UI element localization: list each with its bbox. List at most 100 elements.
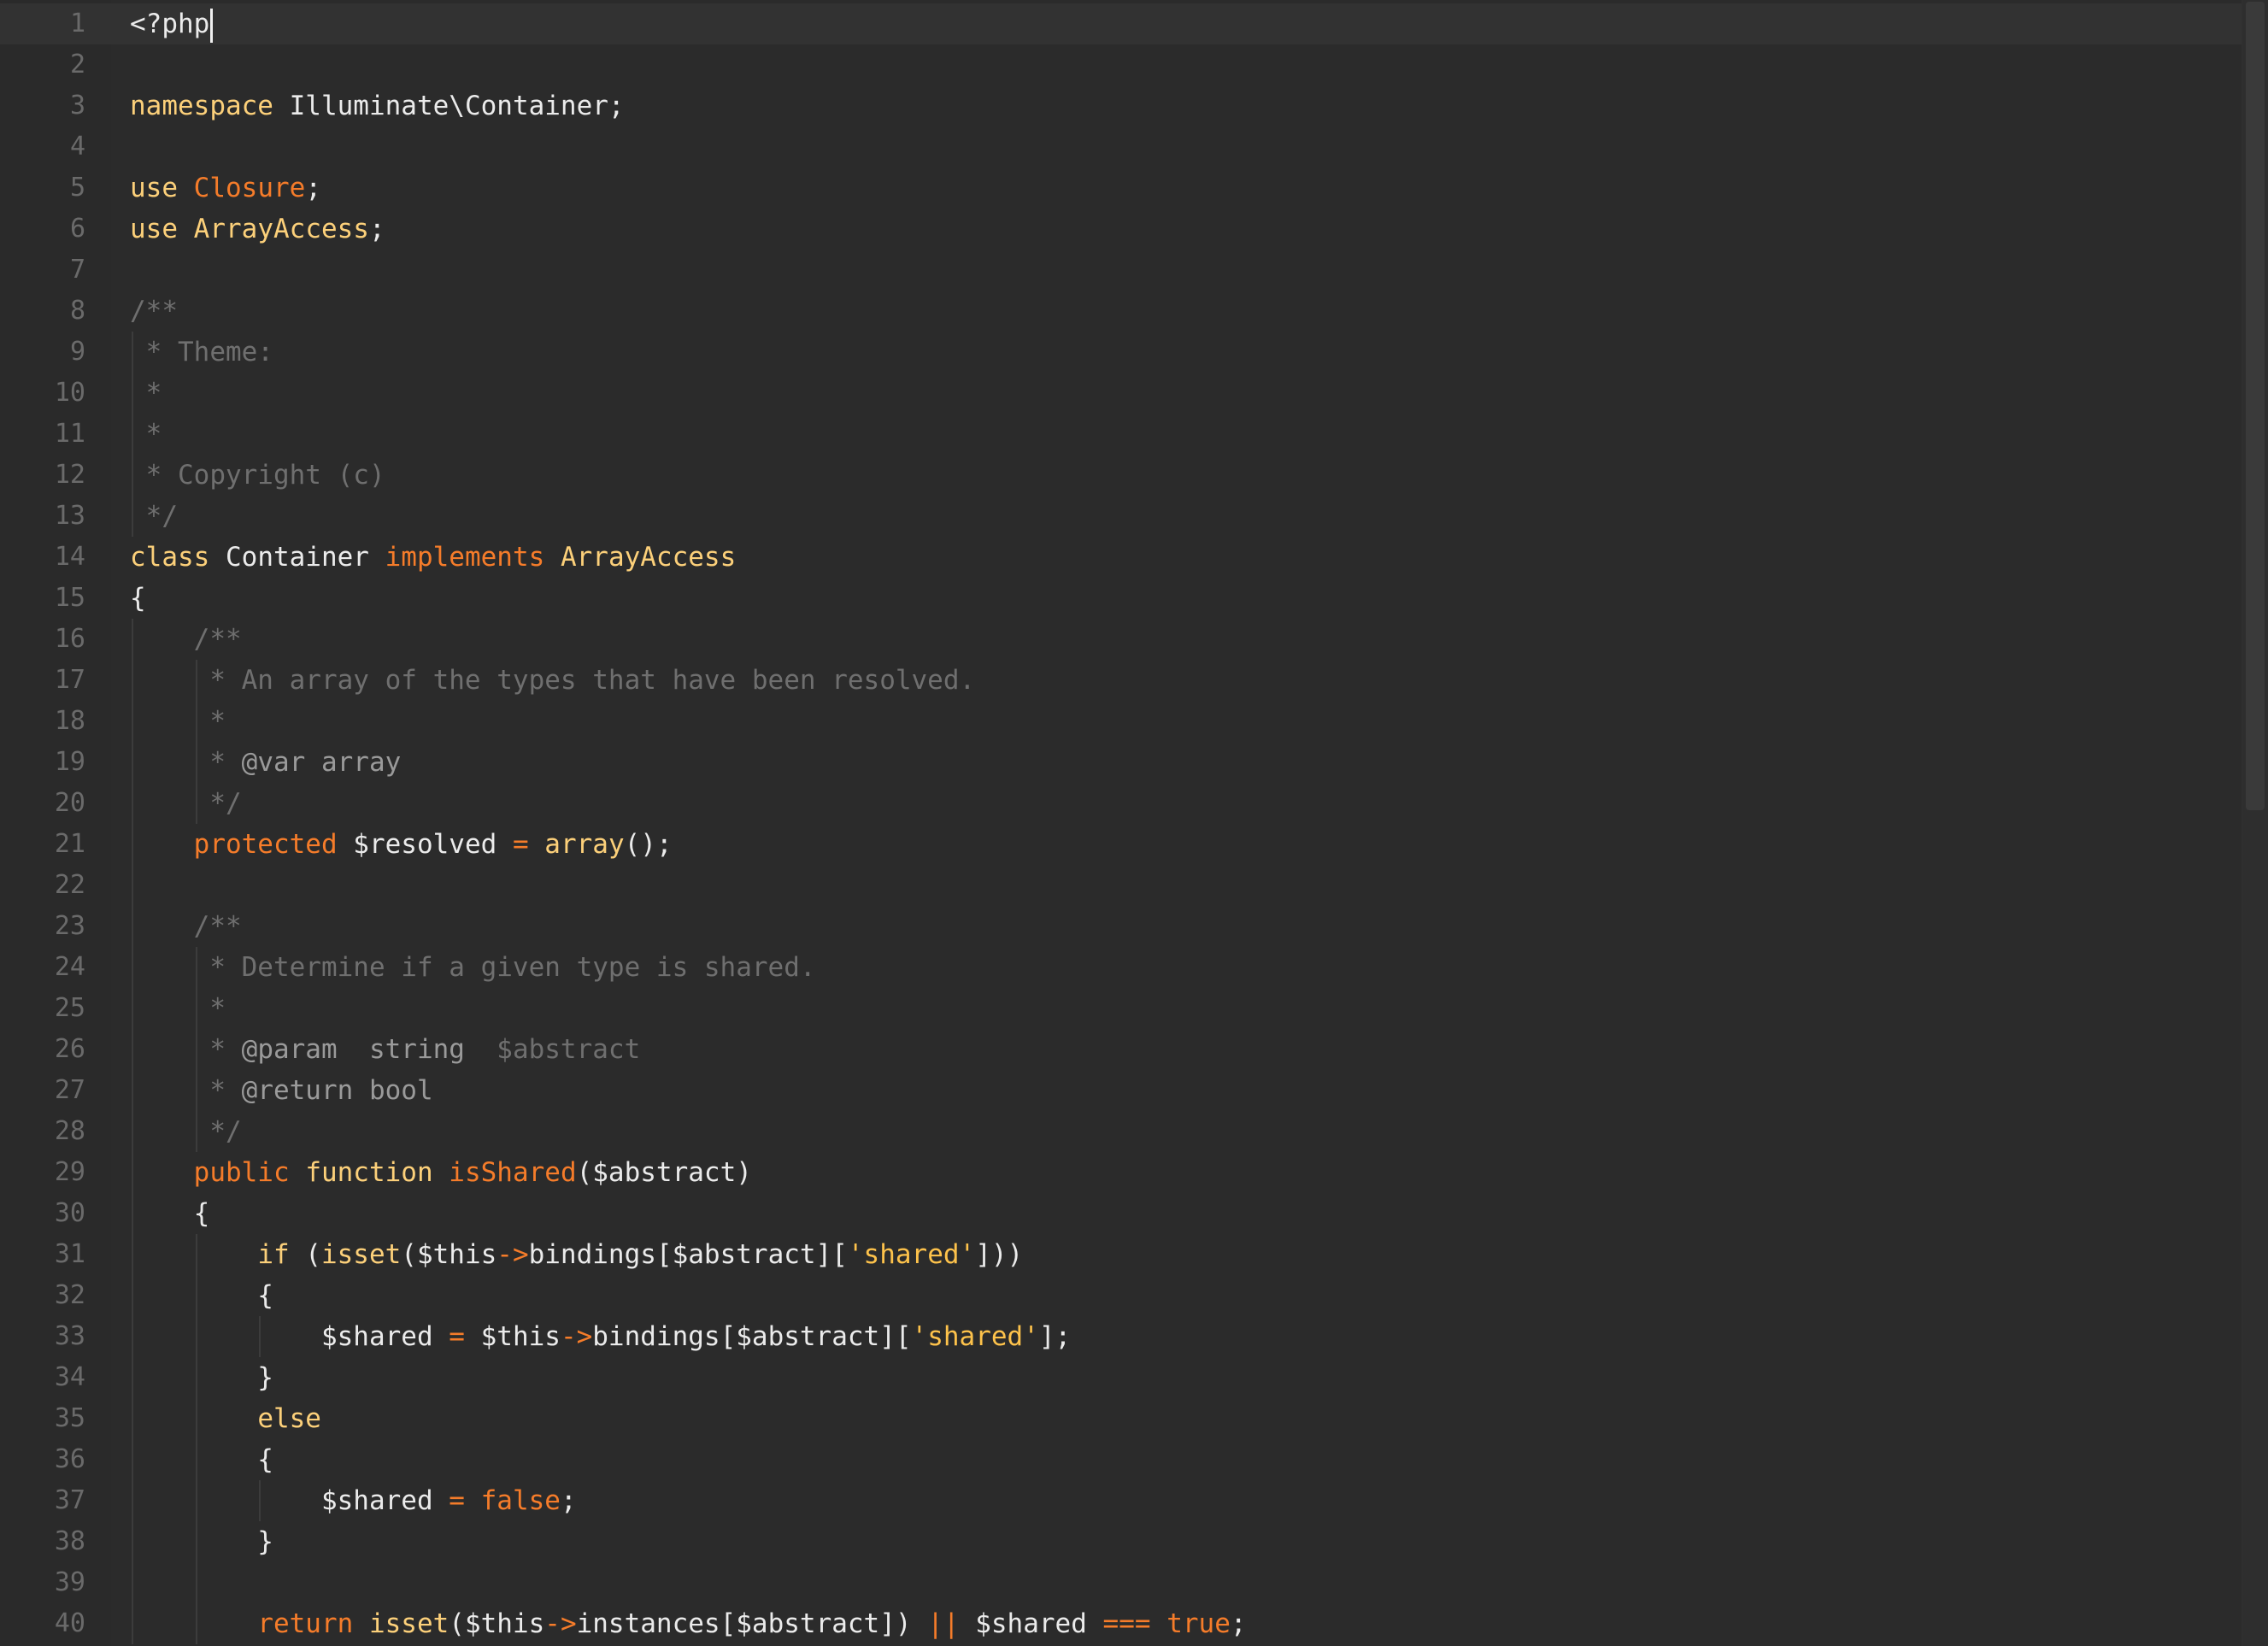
code-line[interactable]: 3 namespace Illuminate\Container; bbox=[0, 85, 2242, 126]
code-line[interactable]: 4 bbox=[0, 126, 2242, 168]
line-number: 38 bbox=[54, 1526, 85, 1556]
line-number: 13 bbox=[54, 501, 85, 531]
line-text: $shared = $this->bindings[$abstract]['sh… bbox=[130, 1316, 1071, 1357]
code-area[interactable]: 1 <?php 2 3 namespace Illuminate\Container; 4… bbox=[0, 0, 2242, 1646]
code-line[interactable]: 20 */ bbox=[0, 783, 2242, 824]
scrollbar-thumb[interactable] bbox=[2246, 2, 2265, 810]
code-line[interactable]: 38 } bbox=[0, 1521, 2242, 1562]
code-line[interactable]: 32 { bbox=[0, 1275, 2242, 1316]
code-line[interactable]: 40 return isset($this->instances[$abstra… bbox=[0, 1603, 2242, 1644]
code-token: { bbox=[130, 583, 146, 614]
line-text: */ bbox=[130, 783, 242, 824]
code-line[interactable]: 21 protected $resolved = array(); bbox=[0, 824, 2242, 865]
line-text: * Determine if a given type is shared. bbox=[130, 947, 815, 988]
line-number: 24 bbox=[54, 952, 85, 982]
code-line[interactable]: 35 else bbox=[0, 1398, 2242, 1439]
code-token: @return bool bbox=[241, 1075, 433, 1106]
line-text: /** bbox=[130, 619, 242, 660]
code-line[interactable]: 34 } bbox=[0, 1357, 2242, 1398]
line-text: use Closure; bbox=[130, 168, 321, 209]
code-token: $this bbox=[464, 1321, 561, 1352]
code-token: return bbox=[257, 1608, 354, 1639]
code-token: $shared bbox=[130, 1321, 449, 1352]
code-line[interactable]: 11 * bbox=[0, 414, 2242, 455]
code-line[interactable]: 18 * bbox=[0, 701, 2242, 742]
code-token: */ bbox=[193, 788, 242, 819]
code-line[interactable]: 16 /** bbox=[0, 619, 2242, 660]
code-token: (); bbox=[624, 829, 673, 860]
code-token: ArrayAccess bbox=[560, 542, 737, 573]
code-line[interactable]: 33 $shared = $this->bindings[$abstract][… bbox=[0, 1316, 2242, 1357]
code-line[interactable]: 7 bbox=[0, 250, 2242, 291]
code-token: array bbox=[544, 829, 625, 860]
line-text: { bbox=[130, 578, 146, 619]
code-token: ($this bbox=[401, 1239, 497, 1270]
code-line[interactable]: 17 * An array of the types that have bee… bbox=[0, 660, 2242, 701]
code-editor[interactable]: 1 <?php 2 3 namespace Illuminate\Container; 4… bbox=[0, 0, 2268, 1646]
code-token: public bbox=[193, 1157, 290, 1188]
code-token: isShared bbox=[449, 1157, 577, 1188]
code-line[interactable]: 30 { bbox=[0, 1193, 2242, 1234]
code-token: <?php bbox=[130, 9, 210, 39]
code-line[interactable]: 23 /** bbox=[0, 906, 2242, 947]
line-text: * Copyright (c) bbox=[130, 455, 385, 496]
code-line[interactable]: 26 * @param string $abstract bbox=[0, 1029, 2242, 1070]
code-line[interactable]: 22 bbox=[0, 865, 2242, 906]
code-token: $abstract bbox=[464, 1034, 641, 1065]
code-line[interactable]: 8 /** bbox=[0, 291, 2242, 332]
code-line[interactable]: 10 * bbox=[0, 373, 2242, 414]
indent-guide bbox=[195, 947, 197, 1152]
code-token: ($this bbox=[449, 1608, 545, 1639]
code-line[interactable]: 25 * bbox=[0, 988, 2242, 1029]
line-text: { bbox=[130, 1193, 210, 1234]
code-line[interactable]: 39 bbox=[0, 1562, 2242, 1603]
code-token: @param string bbox=[241, 1034, 465, 1065]
line-text: */ bbox=[130, 1111, 241, 1152]
code-token: * bbox=[193, 747, 242, 778]
code-line[interactable]: 6 use ArrayAccess; bbox=[0, 209, 2242, 250]
code-line[interactable]: 19 * @var array bbox=[0, 742, 2242, 783]
line-text: * @return bool bbox=[130, 1070, 433, 1111]
code-line[interactable]: 2 bbox=[0, 44, 2242, 85]
code-line[interactable]: 31 if (isset($this->bindings[$abstract][… bbox=[0, 1234, 2242, 1275]
line-number: 23 bbox=[54, 911, 85, 941]
vertical-scrollbar[interactable] bbox=[2242, 0, 2268, 1646]
code-line[interactable]: 1 <?php bbox=[0, 3, 2242, 44]
code-line[interactable]: 28 */ bbox=[0, 1111, 2242, 1152]
code-token: Illuminate\Container; bbox=[273, 91, 625, 121]
code-line[interactable]: 37 $shared = false; bbox=[0, 1480, 2242, 1521]
line-number: 5 bbox=[69, 173, 85, 203]
code-line[interactable]: 14 class Container implements ArrayAccess bbox=[0, 537, 2242, 578]
line-number: 29 bbox=[54, 1157, 85, 1187]
code-line[interactable]: 29 public function isShared($abstract) bbox=[0, 1152, 2242, 1193]
code-line[interactable]: 36 { bbox=[0, 1439, 2242, 1480]
code-line[interactable]: 24 * Determine if a given type is shared… bbox=[0, 947, 2242, 988]
code-line[interactable]: 12 * Copyright (c) bbox=[0, 455, 2242, 496]
code-token: use bbox=[130, 214, 178, 244]
code-line[interactable]: 15 { bbox=[0, 578, 2242, 619]
code-line[interactable]: 27 * @return bool bbox=[0, 1070, 2242, 1111]
line-number: 1 bbox=[69, 9, 85, 38]
code-line[interactable]: 5 use Closure; bbox=[0, 168, 2242, 209]
line-text: */ bbox=[130, 496, 178, 537]
code-token: */ bbox=[130, 501, 178, 532]
code-token: $resolved bbox=[337, 829, 513, 860]
code-line[interactable]: 13 */ bbox=[0, 496, 2242, 537]
code-token: function bbox=[305, 1157, 433, 1188]
code-line[interactable]: 9 * Theme: bbox=[0, 332, 2242, 373]
line-text: } bbox=[130, 1521, 273, 1562]
line-text: { bbox=[130, 1275, 273, 1316]
line-number: 20 bbox=[54, 788, 85, 818]
code-token: = bbox=[449, 1321, 465, 1352]
line-number: 4 bbox=[69, 132, 85, 162]
